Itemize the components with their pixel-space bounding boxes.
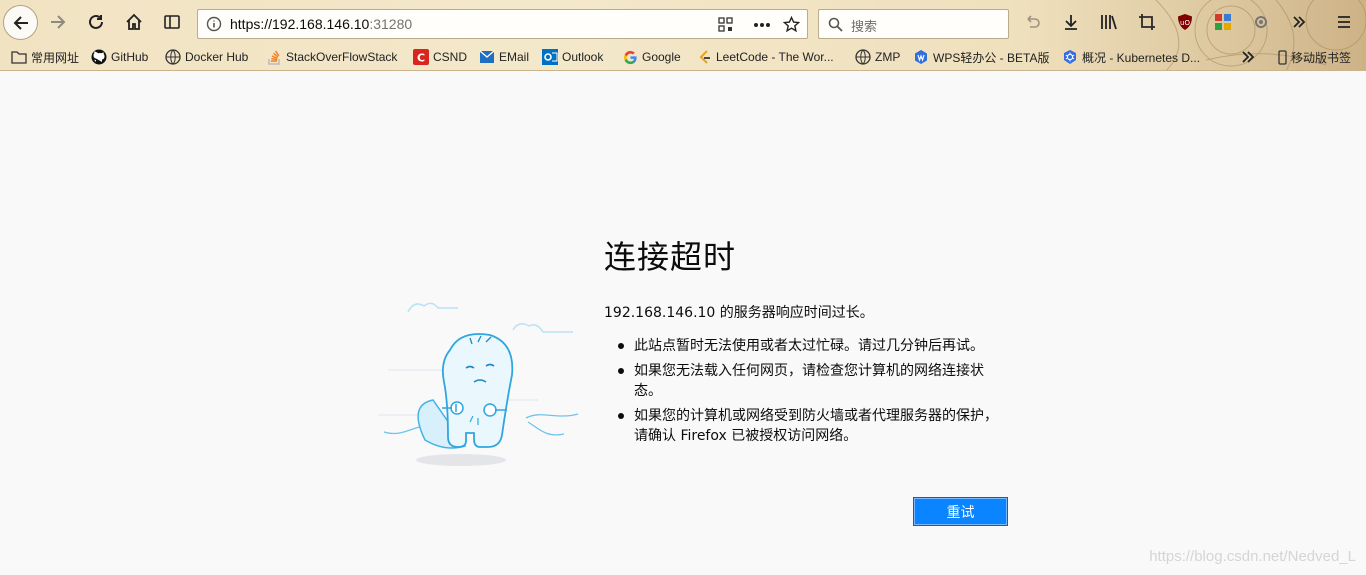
- browser-toolbar: https://192.168.146.10:31280 搜索 uO 常用网址 …: [0, 0, 1366, 71]
- extension-gear-button[interactable]: [1247, 8, 1275, 36]
- forward-button[interactable]: [44, 8, 72, 36]
- error-description: 192.168.146.10 的服务器响应时间过长。: [604, 305, 874, 321]
- undo-icon: [1027, 15, 1040, 28]
- search-bar[interactable]: 搜索: [818, 9, 1009, 39]
- bookmark-stackoverflow[interactable]: StackOverFlowStack: [266, 46, 397, 68]
- bookmarks-overflow-button[interactable]: [1240, 46, 1256, 68]
- globe-icon: [855, 49, 871, 65]
- navigation-bar: https://192.168.146.10:31280 搜索 uO: [0, 4, 1366, 42]
- ublock-button[interactable]: uO: [1171, 8, 1199, 36]
- qr-code-icon[interactable]: [718, 17, 733, 32]
- downloads-button[interactable]: [1057, 8, 1085, 36]
- gear-icon: [1255, 16, 1267, 28]
- bookmark-label: 移动版书签: [1291, 50, 1352, 65]
- bookmark-email[interactable]: EMail: [479, 46, 529, 68]
- bookmark-label: EMail: [499, 50, 530, 64]
- bookmark-label: 概况 - Kubernetes D...: [1082, 50, 1201, 65]
- back-button[interactable]: [3, 5, 38, 40]
- star-bookmark-icon[interactable]: [783, 16, 800, 33]
- mobile-bookmarks-folder[interactable]: 移动版书签: [1277, 46, 1351, 68]
- watermark: https://blog.csdn.net/Nedved_L: [1149, 548, 1356, 565]
- menu-button[interactable]: [1330, 8, 1358, 36]
- bookmark-leetcode[interactable]: LeetCode - The Wor...: [696, 46, 834, 68]
- bookmark-github[interactable]: GitHub: [91, 46, 148, 68]
- bookmark-google[interactable]: Google: [622, 46, 681, 68]
- bookmark-csdn[interactable]: C CSND: [413, 46, 467, 68]
- sidebar-icon: [164, 15, 180, 29]
- kubernetes-icon: [1062, 49, 1078, 65]
- wps-icon: [913, 49, 929, 65]
- bookmark-label: CSND: [433, 50, 468, 64]
- bookmark-label: Google: [642, 50, 681, 64]
- arrow-right-icon: [51, 15, 66, 29]
- search-icon: [828, 17, 843, 32]
- more-actions-icon[interactable]: [753, 17, 771, 32]
- bookmarks-toolbar: 常用网址 GitHub Docker Hub StackOverFlowStac…: [0, 46, 1366, 68]
- search-placeholder: 搜索: [851, 20, 878, 35]
- url-text[interactable]: https://192.168.146.10:31280: [230, 16, 412, 32]
- suggestion-item: 如果您的计算机或网络受到防火墙或者代理服务器的保护，请确认 Firefox 已被…: [617, 406, 1009, 446]
- globe-icon: [165, 49, 181, 65]
- stackoverflow-icon: [266, 49, 282, 65]
- home-button[interactable]: [120, 8, 148, 36]
- retry-button[interactable]: 重试: [913, 497, 1008, 526]
- undo-close-button[interactable]: [1019, 8, 1047, 36]
- bookmark-label: Docker Hub: [185, 50, 249, 64]
- phone-icon: [1277, 49, 1287, 65]
- bookmark-label: ZMP: [875, 50, 901, 64]
- leetcode-icon: [696, 49, 712, 65]
- download-icon: [1065, 15, 1077, 30]
- sidebar-button[interactable]: [158, 8, 186, 36]
- bookmark-zmp[interactable]: ZMP: [855, 46, 900, 68]
- library-icon: [1101, 15, 1117, 30]
- github-icon: [91, 49, 107, 65]
- home-icon: [126, 13, 142, 30]
- bookmark-kubernetes[interactable]: 概况 - Kubernetes D...: [1062, 46, 1200, 68]
- double-chevron-right-icon: [1293, 16, 1306, 28]
- bookmark-docker-hub[interactable]: Docker Hub: [165, 46, 248, 68]
- url-bar[interactable]: https://192.168.146.10:31280: [197, 9, 808, 39]
- svg-text:C: C: [417, 52, 425, 65]
- error-suggestions-list: 此站点暂时无法使用或者太过忙碌。请过几分钟后再试。 如果您无法载入任何网页，请检…: [617, 336, 1017, 451]
- error-title: 连接超时: [604, 238, 737, 276]
- extension-s3-icon: [1215, 14, 1231, 30]
- bookmark-label: 常用网址: [31, 50, 80, 65]
- suggestion-item: 如果您无法载入任何网页，请检查您计算机的网络连接状态。: [617, 361, 1009, 401]
- google-icon: [622, 49, 638, 65]
- bookmark-label: StackOverFlowStack: [286, 50, 398, 64]
- mail-icon: [479, 49, 495, 65]
- bookmark-label: WPS轻办公 - BETA版: [933, 50, 1050, 65]
- info-icon[interactable]: [206, 16, 222, 32]
- suggestion-item: 此站点暂时无法使用或者太过忙碌。请过几分钟后再试。: [617, 336, 1017, 356]
- folder-icon: [11, 49, 27, 65]
- reload-icon: [89, 14, 103, 29]
- outlook-icon: [542, 49, 558, 65]
- overflow-button[interactable]: [1285, 8, 1313, 36]
- bookmark-wps[interactable]: WPS轻办公 - BETA版: [913, 46, 1049, 68]
- double-chevron-right-icon: [1242, 51, 1255, 63]
- csdn-icon: C: [413, 49, 429, 65]
- svg-text:uO: uO: [1180, 19, 1190, 27]
- dinosaur-unplugged-illustration: [378, 302, 579, 466]
- bookmark-outlook[interactable]: Outlook: [542, 46, 603, 68]
- crop-icon: [1139, 14, 1155, 30]
- extension-s3-button[interactable]: [1209, 8, 1237, 36]
- arrow-left-icon: [13, 15, 28, 30]
- screenshot-button[interactable]: [1133, 8, 1161, 36]
- hamburger-menu-icon: [1338, 16, 1350, 28]
- bookmark-folder[interactable]: 常用网址: [11, 46, 79, 68]
- library-button[interactable]: [1095, 8, 1123, 36]
- bookmark-label: GitHub: [111, 50, 149, 64]
- bookmark-label: Outlook: [562, 50, 604, 64]
- ublock-shield-icon: uO: [1178, 14, 1192, 30]
- bookmark-label: LeetCode - The Wor...: [716, 50, 834, 64]
- reload-button[interactable]: [82, 8, 110, 36]
